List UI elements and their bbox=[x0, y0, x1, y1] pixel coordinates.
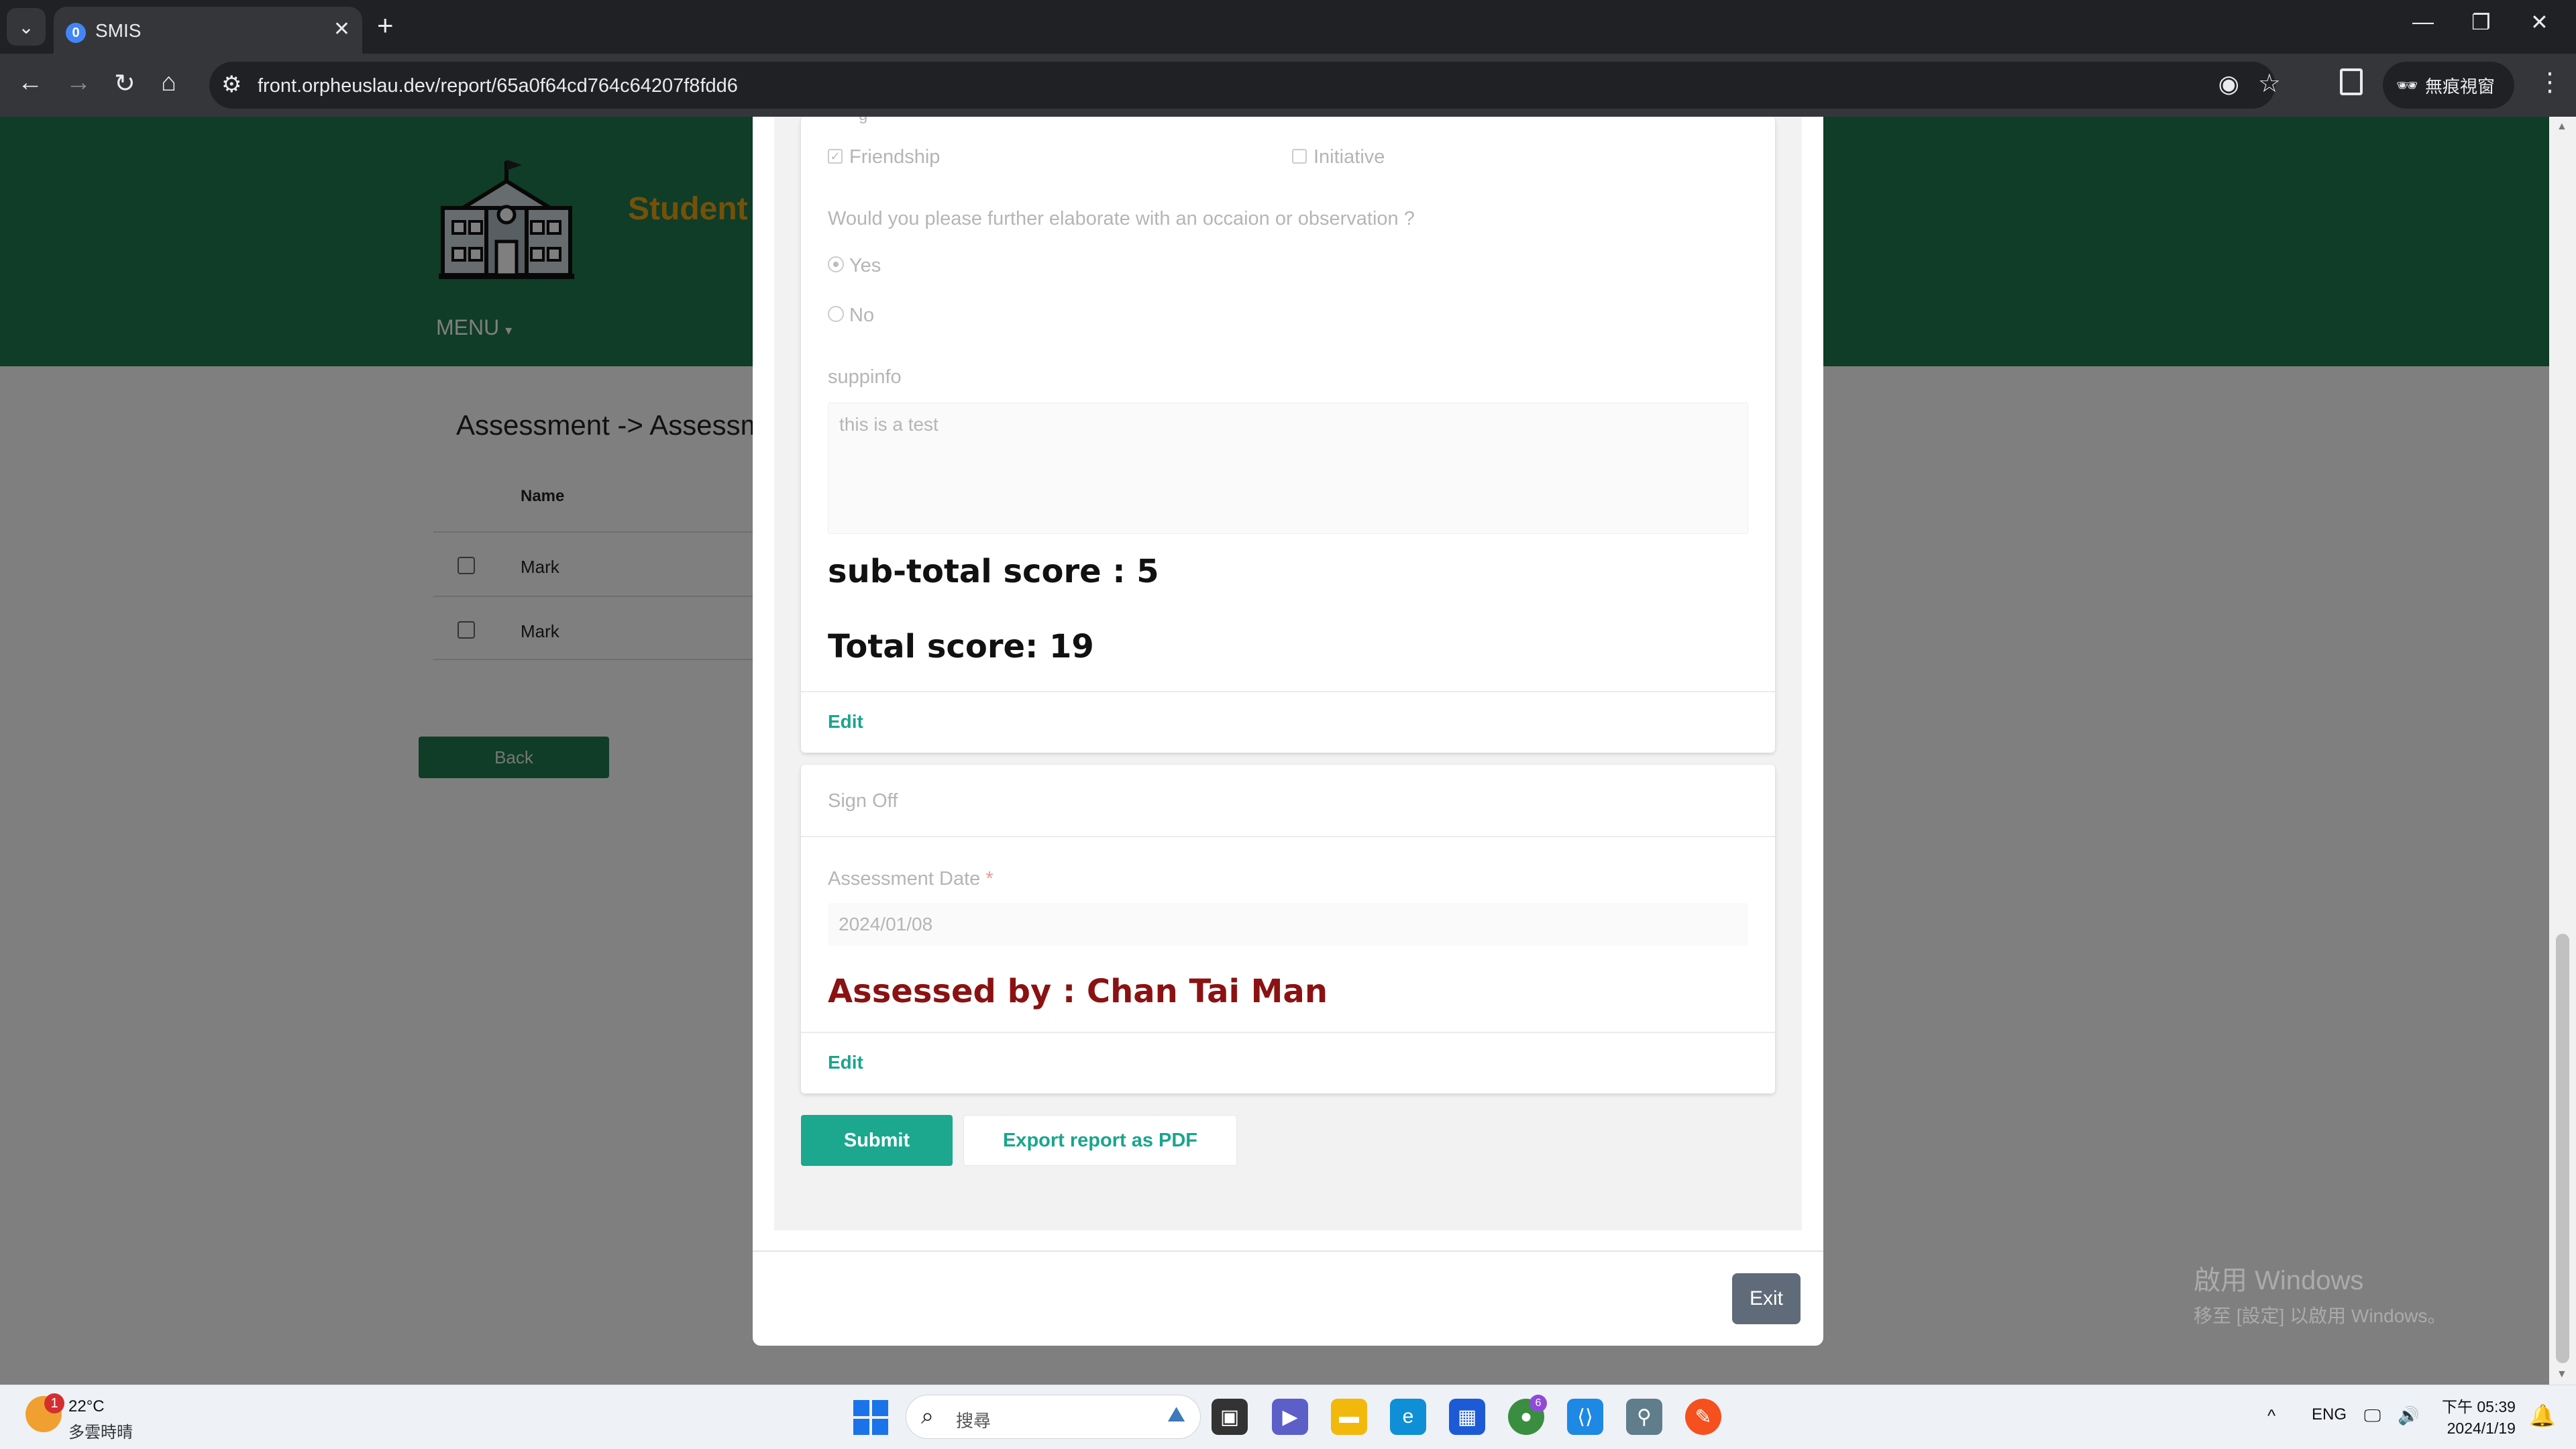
scroll-down-icon[interactable]: ▼ bbox=[2557, 1368, 2567, 1381]
window-close-icon[interactable]: ✕ bbox=[2530, 9, 2548, 35]
assessment-date-label: Assessment Date * bbox=[828, 868, 994, 890]
search-icon: ⌕ bbox=[921, 1403, 934, 1429]
tab-close-icon[interactable]: ✕ bbox=[333, 17, 350, 41]
yes-label: Yes bbox=[849, 255, 881, 276]
tab-favicon-icon: 0 bbox=[66, 23, 86, 43]
date-value: 2024/01/08 bbox=[839, 914, 933, 934]
browser-tab-bar: ⌄ 0 SMIS ✕ + — ❐ ✕ bbox=[0, 0, 2576, 54]
new-tab-plus-icon[interactable]: + bbox=[377, 9, 394, 42]
yes-radio[interactable] bbox=[828, 256, 844, 272]
browser-tab-active[interactable]: 0 SMIS ✕ bbox=[54, 7, 362, 54]
address-bar[interactable]: ⚙ front.orpheuslau.dev/report/65a0f64cd7… bbox=[209, 62, 2281, 109]
side-panel-icon[interactable] bbox=[2340, 68, 2363, 95]
teams-chat-icon[interactable]: ▶ bbox=[1272, 1399, 1308, 1435]
modal-body: g ✓ Friendship Initiative Would you plea… bbox=[774, 117, 1802, 1230]
initiative-label: Initiative bbox=[1313, 146, 1385, 168]
back-arrow-icon[interactable]: ← bbox=[17, 68, 43, 97]
card-divider bbox=[801, 691, 1775, 692]
no-radio[interactable] bbox=[828, 306, 844, 322]
minimize-icon[interactable]: — bbox=[2412, 9, 2434, 34]
export-pdf-button[interactable]: Export report as PDF bbox=[963, 1115, 1237, 1166]
total-score: Total score: 19 bbox=[828, 628, 1094, 665]
incognito-label: 無痕視窗 bbox=[2425, 76, 2496, 97]
question-label: Would you please further elaborate with … bbox=[828, 208, 1415, 229]
start-tile bbox=[872, 1400, 888, 1416]
signoff-card: Sign Off Assessment Date * 2024/01/08 As… bbox=[801, 765, 1775, 1093]
task-view-icon[interactable]: ▣ bbox=[1212, 1399, 1248, 1435]
no-label: No bbox=[849, 305, 875, 326]
browser-menu-icon[interactable]: ⋮ bbox=[2537, 67, 2563, 97]
edit-link[interactable]: Edit bbox=[828, 1052, 863, 1073]
url-text[interactable]: front.orpheuslau.dev/report/65a0f64cd764… bbox=[258, 75, 738, 97]
partial-label: g bbox=[859, 117, 867, 125]
clock-date: 2024/1/19 bbox=[2447, 1419, 2516, 1437]
volume-icon[interactable]: 🔊 bbox=[2398, 1405, 2419, 1426]
page-scrollbar[interactable]: ▲ ▼ bbox=[2549, 117, 2576, 1385]
submit-button[interactable]: Submit bbox=[801, 1115, 953, 1166]
activation-subtitle: 移至 [設定] 以啟用 Windows。 bbox=[2194, 1305, 2447, 1326]
required-mark: * bbox=[985, 868, 994, 890]
suppinfo-label: suppinfo bbox=[828, 366, 902, 388]
clock-time: 下午 05:39 bbox=[2442, 1398, 2516, 1415]
start-tile bbox=[853, 1419, 869, 1435]
friendship-checkbox[interactable]: ✓ bbox=[828, 149, 843, 164]
store-icon[interactable]: ▦ bbox=[1449, 1399, 1485, 1435]
activation-title: 啟用 Windows bbox=[2194, 1266, 2364, 1295]
start-tile bbox=[853, 1400, 869, 1416]
network-icon[interactable]: 🖵 bbox=[2364, 1405, 2381, 1427]
notification-bell-icon[interactable]: 🔔 bbox=[2529, 1403, 2556, 1428]
site-settings-icon[interactable]: ⚙ bbox=[221, 71, 241, 98]
subtotal-score: sub-total score : 5 bbox=[828, 553, 1159, 590]
tab-search-chevron-icon[interactable]: ⌄ bbox=[7, 8, 46, 46]
taskbar-search[interactable]: ⌕ 搜尋 ⛰ bbox=[906, 1395, 1201, 1439]
bookmark-star-icon[interactable]: ☆ bbox=[2258, 68, 2281, 99]
network-tool-icon[interactable]: ⚲ bbox=[1626, 1399, 1662, 1435]
scroll-up-icon[interactable]: ▲ bbox=[2557, 121, 2567, 133]
tab-title: SMIS bbox=[95, 20, 142, 41]
weather-description[interactable]: 多雲時晴 bbox=[68, 1419, 133, 1442]
assessment-date-input[interactable]: 2024/01/08 bbox=[828, 903, 1748, 946]
windows-taskbar: 1 22°C 多雲時晴 ⌕ 搜尋 ⛰ ▣ ▶ ▬ e ▦ ● 6 ⟨⟩ ⚲ ✎ … bbox=[0, 1385, 2576, 1449]
initiative-checkbox[interactable] bbox=[1292, 149, 1307, 164]
modal-footer-divider bbox=[753, 1250, 1823, 1252]
incognito-indicator[interactable]: 🕶 無痕視窗 bbox=[2383, 62, 2514, 109]
postman-icon[interactable]: ✎ bbox=[1685, 1399, 1721, 1435]
suppinfo-value: this is a test bbox=[839, 414, 938, 435]
reload-icon[interactable]: ↻ bbox=[114, 68, 136, 99]
input-language[interactable]: ENG bbox=[2312, 1405, 2347, 1424]
vscode-icon[interactable]: ⟨⟩ bbox=[1567, 1399, 1603, 1435]
start-tile bbox=[872, 1419, 888, 1435]
friendship-label: Friendship bbox=[849, 146, 941, 168]
weather-badge: 1 bbox=[44, 1393, 64, 1413]
temperature[interactable]: 22°C bbox=[68, 1397, 105, 1416]
suppinfo-textarea[interactable]: this is a test bbox=[828, 402, 1748, 534]
system-clock[interactable]: 下午 05:39 2024/1/19 bbox=[2442, 1396, 2516, 1439]
browser-toolbar: ← → ↻ ⌂ ⚙ front.orpheuslau.dev/report/65… bbox=[0, 54, 2576, 117]
search-placeholder: 搜尋 bbox=[956, 1411, 991, 1431]
assessment-card: g ✓ Friendship Initiative Would you plea… bbox=[801, 117, 1775, 753]
restore-icon[interactable]: ❐ bbox=[2471, 9, 2491, 35]
edit-link[interactable]: Edit bbox=[828, 711, 863, 733]
file-explorer-icon[interactable]: ▬ bbox=[1331, 1399, 1367, 1435]
forward-arrow-icon[interactable]: → bbox=[66, 68, 91, 97]
edge-icon[interactable]: e bbox=[1390, 1399, 1426, 1435]
report-modal: g ✓ Friendship Initiative Would you plea… bbox=[753, 117, 1823, 1346]
eye-icon[interactable]: ◉ bbox=[2218, 70, 2239, 98]
windows-start-icon[interactable] bbox=[853, 1400, 888, 1435]
chrome-badge: 6 bbox=[1529, 1395, 1547, 1412]
card-divider bbox=[801, 836, 1775, 837]
windows-activation-watermark: 啟用 Windows 移至 [設定] 以啟用 Windows。 bbox=[2194, 1258, 2446, 1328]
home-icon[interactable]: ⌂ bbox=[161, 68, 176, 97]
scrollbar-thumb[interactable] bbox=[2556, 934, 2569, 1363]
search-highlight-icon: ⛰ bbox=[1167, 1402, 1185, 1426]
tray-chevron-up-icon[interactable]: ^ bbox=[2267, 1405, 2275, 1426]
signoff-title: Sign Off bbox=[828, 790, 898, 812]
incognito-icon: 🕶 bbox=[2396, 74, 2419, 95]
card-divider bbox=[801, 1032, 1775, 1033]
exit-button[interactable]: Exit bbox=[1732, 1273, 1801, 1324]
assessed-by: Assessed by : Chan Tai Man bbox=[828, 973, 1328, 1010]
